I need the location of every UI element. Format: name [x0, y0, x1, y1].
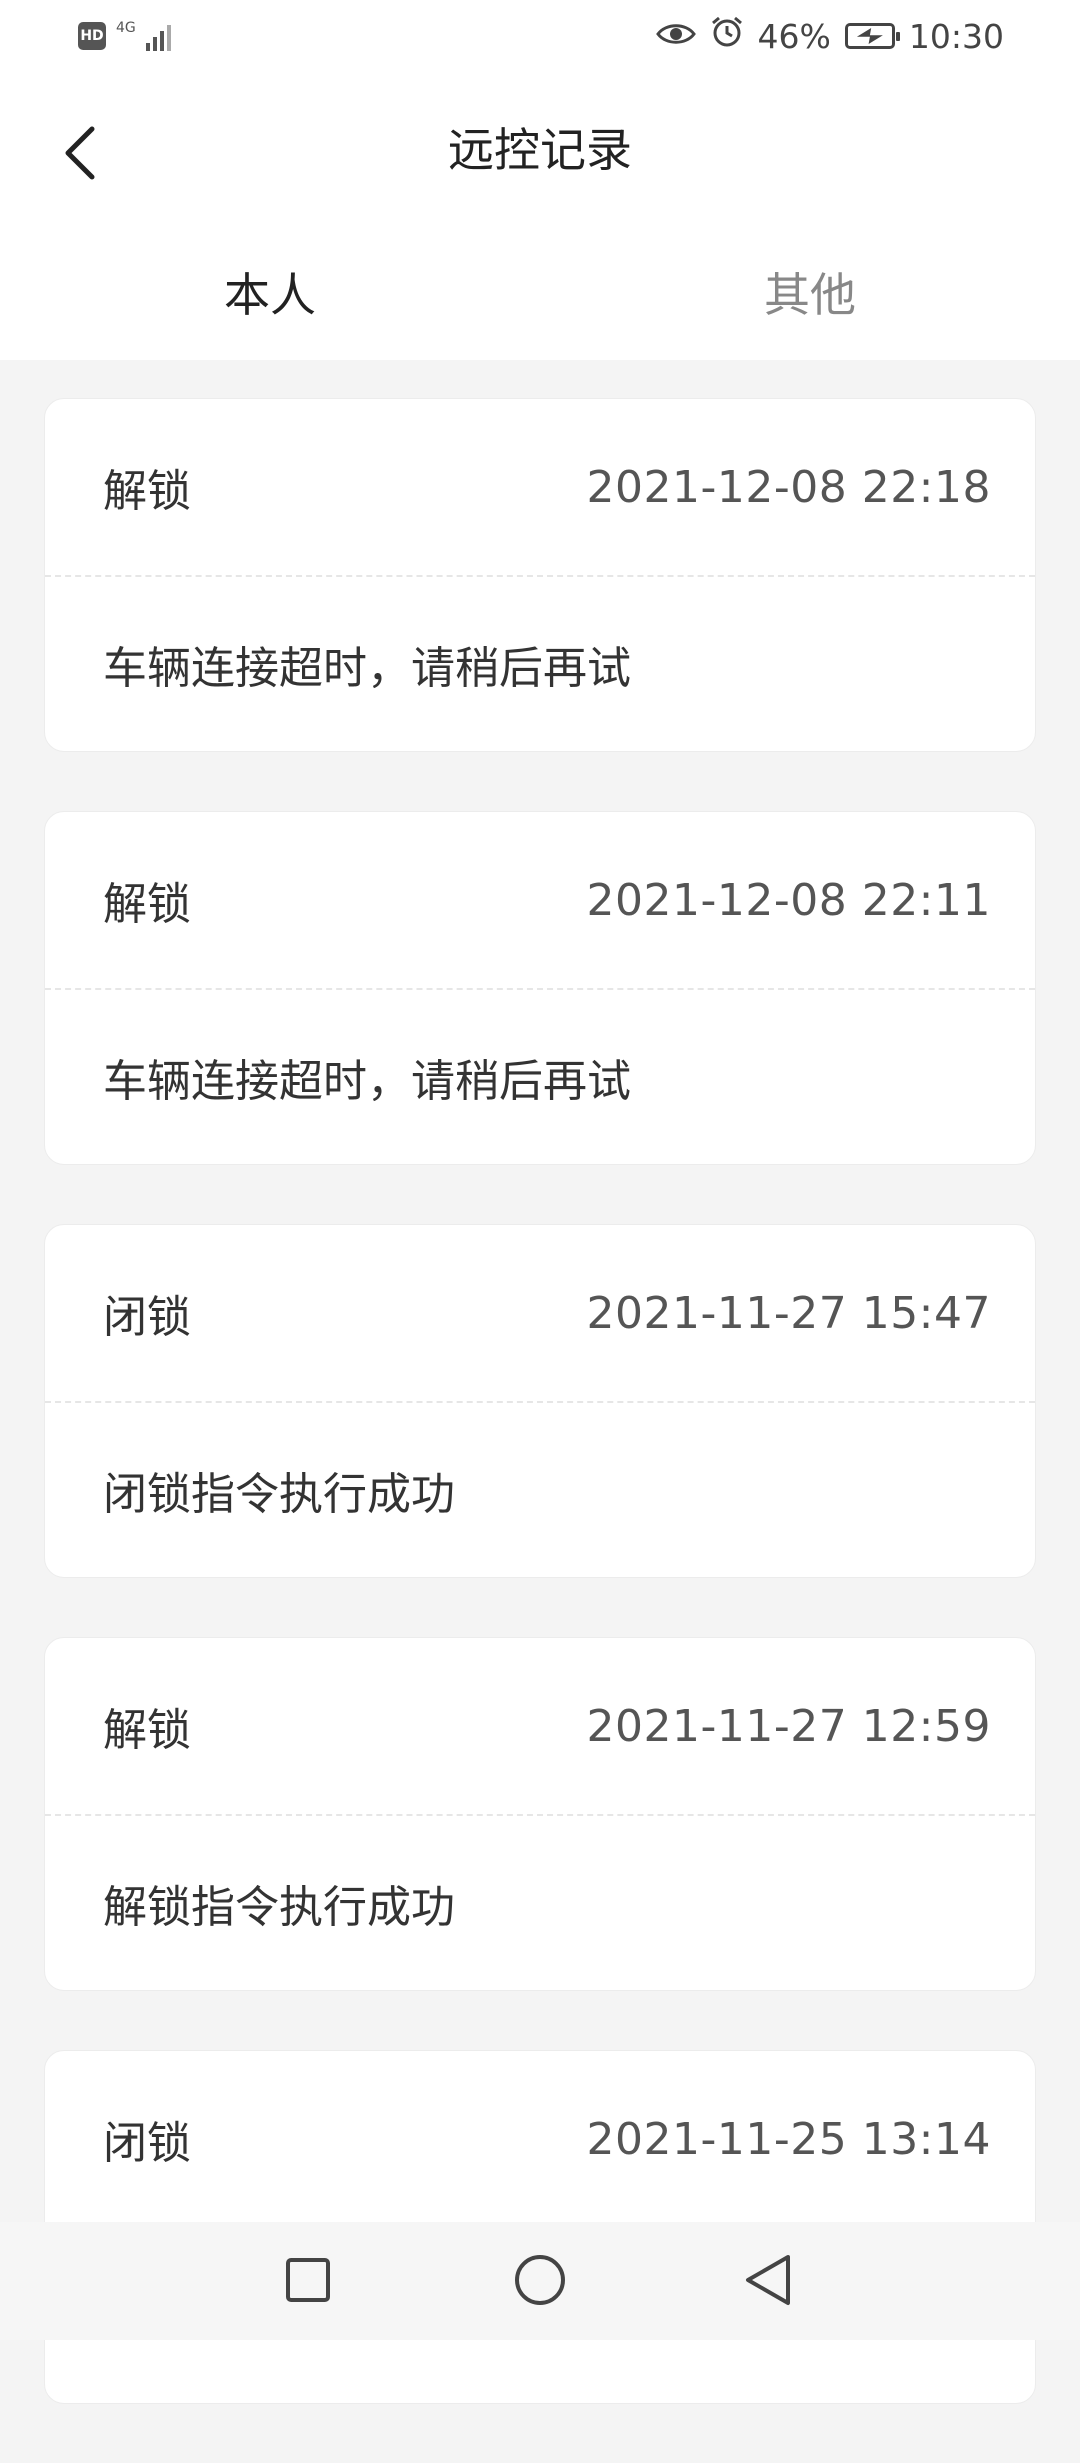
- record-result: 车辆连接超时，请稍后再试: [103, 1056, 631, 1107]
- tab-others[interactable]: 其他: [540, 250, 1080, 340]
- back-system-button[interactable]: [740, 2254, 796, 2310]
- system-navigation-bar: [0, 2222, 1080, 2340]
- record-card[interactable]: 解锁 2021-12-08 22:11 车辆连接超时，请稍后再试: [44, 811, 1036, 1165]
- tab-bar: 本人 其他: [0, 250, 1080, 340]
- record-action: 解锁: [103, 1705, 191, 1756]
- home-button[interactable]: [512, 2254, 568, 2310]
- record-time: 2021-11-27 12:59: [586, 1700, 991, 1752]
- eye-icon: [655, 16, 696, 56]
- record-result: 解锁指令执行成功: [103, 1882, 455, 1933]
- record-card[interactable]: 解锁 2021-11-27 12:59 解锁指令执行成功: [44, 1637, 1036, 1991]
- record-action: 闭锁: [103, 1292, 191, 1343]
- status-bar: HD 4G 46% 10:30: [0, 0, 1080, 72]
- record-time: 2021-11-27 15:47: [586, 1287, 991, 1339]
- network-type-label: 4G: [116, 20, 136, 36]
- record-action: 解锁: [103, 466, 191, 517]
- status-left: HD 4G: [78, 18, 171, 54]
- record-header: 闭锁 2021-11-27 15:47: [45, 1225, 1035, 1403]
- battery-percent: 46%: [757, 16, 831, 56]
- square-recents-icon: [284, 2256, 332, 2308]
- record-time: 2021-11-25 13:14: [586, 2113, 991, 2165]
- navigation-bar: 远控记录: [0, 90, 1080, 220]
- signal-icon: [145, 21, 171, 51]
- record-list: 解锁 2021-12-08 22:18 车辆连接超时，请稍后再试 解锁 2021…: [44, 398, 1036, 2463]
- alarm-icon: [710, 15, 744, 58]
- record-action: 闭锁: [103, 2118, 191, 2169]
- record-header: 解锁 2021-11-27 12:59: [45, 1638, 1035, 1816]
- record-result: 车辆连接超时，请稍后再试: [103, 643, 631, 694]
- record-card[interactable]: 解锁 2021-12-08 22:18 车辆连接超时，请稍后再试: [44, 398, 1036, 752]
- hd-icon: HD: [78, 22, 106, 50]
- record-result: 闭锁指令执行成功: [103, 1469, 455, 1520]
- battery-charging-icon: [844, 23, 900, 49]
- record-header: 解锁 2021-12-08 22:11: [45, 812, 1035, 990]
- status-right: 46% 10:30: [655, 14, 1004, 58]
- record-header: 闭锁 2021-11-25 13:14: [45, 2051, 1035, 2229]
- record-time: 2021-12-08 22:11: [586, 874, 991, 926]
- record-header: 解锁 2021-12-08 22:18: [45, 399, 1035, 577]
- record-card[interactable]: 闭锁 2021-11-27 15:47 闭锁指令执行成功: [44, 1224, 1036, 1578]
- clock-time: 10:30: [908, 16, 1004, 56]
- recents-button[interactable]: [280, 2254, 336, 2310]
- tab-self[interactable]: 本人: [0, 250, 540, 340]
- record-time: 2021-12-08 22:18: [586, 461, 991, 513]
- page-title: 远控记录: [448, 123, 632, 177]
- circle-home-icon: [513, 2253, 567, 2311]
- record-action: 解锁: [103, 879, 191, 930]
- triangle-back-icon: [742, 2253, 794, 2311]
- header-area: HD 4G 46% 10:30 远控记录 本人 其他: [0, 0, 1080, 360]
